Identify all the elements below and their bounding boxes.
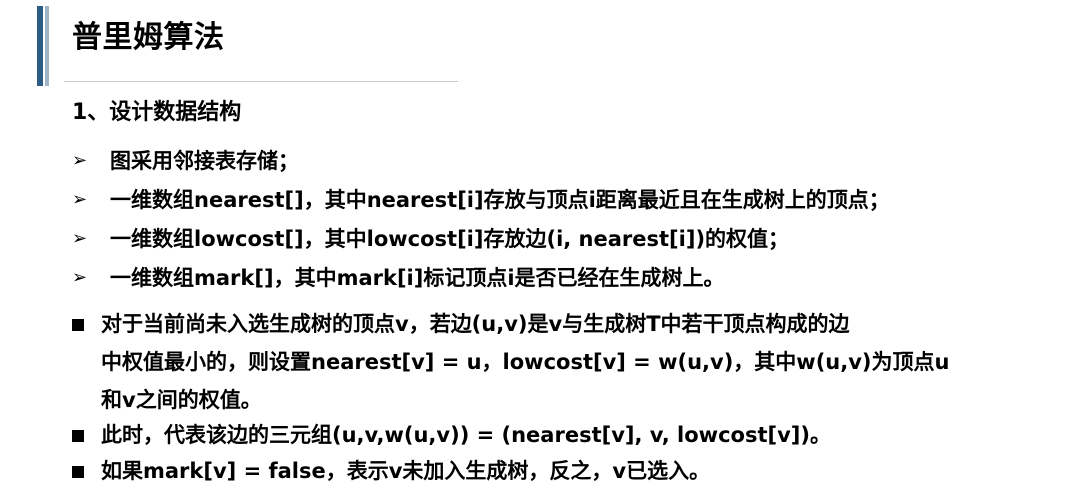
bullet-text-line: 如果mark[v] = false，表示v未加入生成树，反之，v已选入。: [101, 459, 711, 483]
arrow-bullet-icon: ➢: [72, 228, 88, 249]
bullet-text-line: 和v之间的权值。: [101, 388, 262, 412]
bullet-text-line: 对于当前尚未入选生成树的顶点v，若边(u,v)是v与生成树T中若干顶点构成的边: [101, 312, 850, 336]
bullet-text: 对于当前尚未入选生成树的顶点v，若边(u,v)是v与生成树T中若干顶点构成的边 …: [101, 305, 981, 419]
title-accent-bar-secondary: [45, 6, 49, 86]
arrow-bullet-icon: ➢: [72, 150, 88, 171]
square-bullet-icon: [72, 466, 84, 478]
arrow-bullet-icon: ➢: [72, 189, 88, 210]
bullet-text: 如果mark[v] = false，表示v未加入生成树，反之，v已选入。: [101, 452, 981, 490]
bullet-text: 一维数组nearest[]，其中nearest[i]存放与顶点i距离最近且在生成…: [110, 188, 890, 212]
arrow-bullet-icon: ➢: [72, 267, 88, 288]
title-accent-bar: [37, 6, 43, 86]
square-bullet-icon: [72, 430, 84, 442]
bullet-text: 图采用邻接表存储；: [110, 149, 299, 173]
bullet-text-line: 中权值最小的，则设置nearest[v] = u，lowcost[v] = w(…: [101, 350, 950, 374]
section-heading: 1、设计数据结构: [72, 100, 242, 125]
square-bullet-icon: [72, 319, 84, 331]
bullet-text-line: 此时，代表该边的三元组(u,v,w(u,v)) = (nearest[v], v…: [101, 423, 831, 447]
bullet-text: 一维数组lowcost[]，其中lowcost[i]存放边(i, nearest…: [110, 227, 790, 251]
bullet-text: 此时，代表该边的三元组(u,v,w(u,v)) = (nearest[v], v…: [101, 416, 981, 454]
slide-title: 普里姆算法: [72, 20, 225, 55]
bullet-text: 一维数组mark[]，其中mark[i]标记顶点i是否已经在生成树上。: [110, 266, 725, 290]
title-divider: [64, 81, 458, 82]
